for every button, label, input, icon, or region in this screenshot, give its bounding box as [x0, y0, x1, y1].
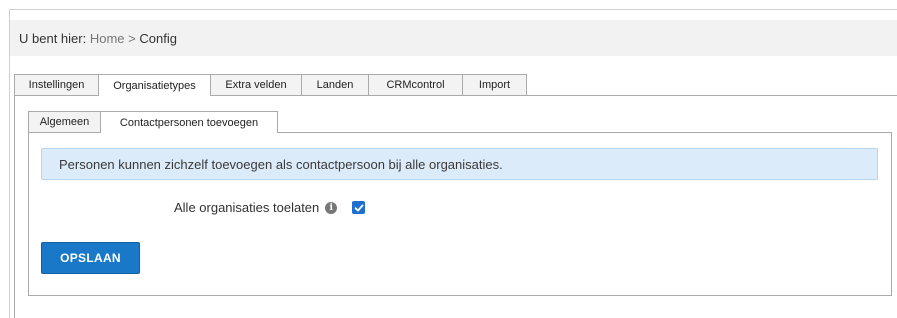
tab-import[interactable]: Import — [462, 74, 527, 95]
info-circle-icon[interactable]: i — [325, 201, 338, 214]
breadcrumb-separator: > — [128, 31, 136, 46]
tab-landen[interactable]: Landen — [301, 74, 369, 95]
allow-all-organizations-checkbox[interactable] — [352, 201, 366, 214]
subtab-contactpersonen-toevoegen[interactable]: Contactpersonen toevoegen — [100, 111, 278, 133]
subtab-algemeen[interactable]: Algemeen — [28, 111, 101, 132]
tab-organisatietypes[interactable]: Organisatietypes — [98, 74, 211, 96]
info-message: Personen kunnen zichzelf toevoegen als c… — [41, 148, 878, 180]
main-tabs: Instellingen Organisatietypes Extra veld… — [14, 74, 527, 96]
allow-all-organizations-field: Alle organisaties toelaten i — [174, 200, 366, 215]
save-button[interactable]: OPSLAAN — [41, 242, 140, 274]
sub-tabs: Algemeen Contactpersonen toevoegen — [28, 111, 278, 133]
breadcrumb-current: Config — [139, 31, 177, 46]
field-label: Alle organisaties toelaten — [174, 200, 320, 215]
breadcrumb: U bent hier: Home > Config — [10, 20, 897, 56]
tab-extra-velden[interactable]: Extra velden — [210, 74, 302, 95]
checkmark-icon — [354, 204, 364, 211]
tab-crmcontrol[interactable]: CRMcontrol — [368, 74, 463, 95]
breadcrumb-home-link[interactable]: Home — [90, 31, 125, 46]
tab-instellingen[interactable]: Instellingen — [14, 74, 99, 95]
breadcrumb-prefix: U bent hier: — [19, 31, 87, 46]
